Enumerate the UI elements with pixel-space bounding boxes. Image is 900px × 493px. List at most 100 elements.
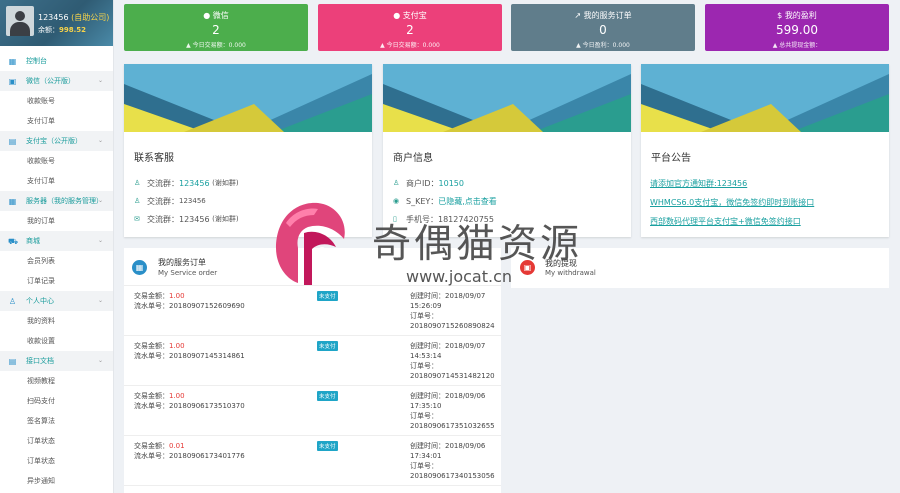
sidebar-item[interactable]: ▦ 服务器（我的服务管理） ⌄ <box>0 191 113 211</box>
order-meta: 创建时间：2018/09/06 17:34:01 订单号： 2018090617340… <box>410 442 495 480</box>
sidebar-item-label: 支付订单 <box>27 177 55 185</box>
app-root: 123456 (自助公司) 余额：998.52 ▦ 控制台 ▣ 微信（公开版） ⌄ 收款账… <box>0 0 900 493</box>
contact-row: ✉ 交流群： 123456 (谢如群) <box>134 214 239 224</box>
stat-subtitle: ▲ 今日交易额：0.000 <box>380 42 440 49</box>
sidebar-item[interactable]: ♙ 个人中心 ⌄ <box>0 291 113 311</box>
sidebar-item-label: 订单状态 <box>27 437 55 445</box>
sidebar-subitem[interactable]: 收款账号 <box>0 151 113 171</box>
status-badge: 未支付 <box>317 291 338 301</box>
sidebar-subitem[interactable]: 收款设置 <box>0 331 113 351</box>
sidebar-item-label: 微信（公开版） <box>26 77 75 85</box>
order-meta: 创建时间：2018/09/07 15:26:09 订单号： 2018090715260… <box>410 292 495 330</box>
sidebar-item-label: 会员列表 <box>27 257 55 265</box>
sidebar-item[interactable]: ▤ 支付宝（公开版） ⌄ <box>0 131 113 151</box>
chevron-down-icon: ⌄ <box>97 197 103 204</box>
user-icon: ♙ <box>393 179 400 187</box>
contact-row: ♙ 交流群： 123456 <box>134 196 206 206</box>
account-tag: (自助公司) <box>71 13 110 22</box>
sidebar-subitem[interactable]: 会员列表 <box>0 251 113 271</box>
stat-value: 2 <box>406 23 414 37</box>
card-banner <box>383 64 631 132</box>
sidebar-subitem[interactable]: 扫码支付 <box>0 391 113 411</box>
menu-icon: ▣ <box>8 76 17 86</box>
alipay-icon: ● <box>393 11 401 20</box>
sidebar-item-label: 接口文档 <box>26 357 54 365</box>
sidebar-item[interactable]: ▣ 微信（公开版） ⌄ <box>0 71 113 91</box>
notice-link[interactable]: 请添加官方通知群:123456 <box>641 174 889 193</box>
sidebar-subitem[interactable]: 我的订单 <box>0 211 113 231</box>
chevron-down-icon: ⌄ <box>97 237 103 244</box>
stat-card-service-orders[interactable]: ↗ 我的服务订单 0 ▲ 今日盈利：0.000 <box>511 4 695 51</box>
sidebar-item-label: 我的资料 <box>27 317 55 325</box>
order-serial: 流水单号：20180906173401776 <box>134 452 245 460</box>
card-title: 平台公告 <box>651 153 691 164</box>
order-meta: 创建时间：2018/09/06 17:35:10 订单号： 2018090617351… <box>410 392 495 430</box>
panel-title: 我的服务订单 <box>158 258 206 267</box>
chevron-down-icon: ⌄ <box>97 137 103 144</box>
sidebar-item-label: 服务器（我的服务管理） <box>26 197 103 205</box>
notice-link[interactable]: WHMCS6.0支付宝，微信免签约即时到账接口 <box>641 193 889 212</box>
sidebar-subitem[interactable]: 视频教程 <box>0 371 113 391</box>
qq-group-link[interactable]: 123456 <box>179 179 210 188</box>
stat-title: $ 我的盈利 <box>777 11 817 20</box>
order-meta: 创建时间：2018/09/07 14:53:14 订单号： 2018090714531… <box>410 342 495 380</box>
sidebar-item-label: 控制台 <box>26 57 47 65</box>
sidebar-subitem[interactable]: 支付订单 <box>0 171 113 191</box>
sidebar-item-label: 收款账号 <box>27 157 55 165</box>
wechat-icon: ● <box>203 11 211 20</box>
notice-link[interactable]: 西部数码代理平台支付宝+微信免签约接口 <box>641 212 889 231</box>
order-serial: 流水单号：20180906173510370 <box>134 402 245 410</box>
sidebar-subitem[interactable]: 异步通知 <box>0 471 113 491</box>
dollar-icon: $ <box>777 11 783 20</box>
order-row[interactable]: 交易金额：1.00 流水单号：20180907152609690 未支付 创建时间：2… <box>124 286 501 336</box>
card-banner <box>641 64 889 132</box>
chevron-down-icon: ⌄ <box>97 357 103 364</box>
sidebar-subitem[interactable]: 订单状态 <box>0 431 113 451</box>
sidebar-item[interactable]: ▤ 接口文档 ⌄ <box>0 351 113 371</box>
merchant-row: ♙ 商户ID： 10150 <box>393 178 464 188</box>
menu-icon: ♙ <box>8 296 17 306</box>
status-badge: 未支付 <box>317 391 338 401</box>
sidebar-item-label: 异步通知 <box>27 477 55 485</box>
merchant-card: 商户信息 ♙ 商户ID： 10150 ◉ S_KEY： 已隐藏,点击查看 ▯ 手机号： 18… <box>383 64 631 237</box>
order-serial: 流水单号：20180907152609690 <box>134 302 245 310</box>
sidebar-subitem[interactable]: 我的资料 <box>0 311 113 331</box>
sidebar-item-label: 扫码支付 <box>27 397 55 405</box>
chevron-down-icon: ⌄ <box>97 297 103 304</box>
sidebar-subitem[interactable]: 订单状态 <box>0 451 113 471</box>
phone-icon: ▯ <box>393 215 397 223</box>
panel-subtitle: My Service order <box>158 269 218 277</box>
stat-card-wechat[interactable]: ● 微信 2 ▲ 今日交易额：0.000 <box>124 4 308 51</box>
service-orders-panel: ▦ 我的服务订单 My Service order 交易金额：1.00 流水单号：… <box>124 248 501 493</box>
sidebar-subitem[interactable]: 收款账号 <box>0 91 113 111</box>
stat-title: ● 支付宝 <box>393 11 427 20</box>
order-row[interactable]: 交易金额：1.00 流水单号：20180906173510370 未支付 创建时间：2… <box>124 386 501 436</box>
trend-icon: ↗ <box>574 11 582 20</box>
menu-icon: ⛟ <box>8 236 19 246</box>
wallet-icon: ▣ <box>520 260 535 275</box>
order-row[interactable]: 交易金额：1.00 流水单号：20180907145314861 未支付 创建时间：2… <box>124 336 501 386</box>
panel-header: ▦ 我的服务订单 My Service order <box>124 248 501 286</box>
balance: 余额：998.52 <box>38 26 87 34</box>
stat-title: ↗ 我的服务订单 <box>574 11 632 20</box>
sidebar-item[interactable]: ⛟ 商城 ⌄ <box>0 231 113 251</box>
avatar[interactable] <box>6 6 34 36</box>
order-amount: 交易金额：0.01 <box>134 442 185 450</box>
contact-row: ♙ 交流群： 123456 (谢如群) <box>134 178 239 188</box>
sidebar-subitem[interactable]: 支付订单 <box>0 111 113 131</box>
sidebar-subitem[interactable]: 签名算法 <box>0 411 113 431</box>
order-amount: 交易金额：1.00 <box>134 342 185 350</box>
stat-title: ● 微信 <box>203 11 229 20</box>
stat-card-profit[interactable]: $ 我的盈利 599.00 ▲ 总共提现金额： <box>705 4 889 51</box>
stat-card-alipay[interactable]: ● 支付宝 2 ▲ 今日交易额：0.000 <box>318 4 502 51</box>
show-key-link[interactable]: 已隐藏,点击查看 <box>438 196 497 207</box>
stat-value: 2 <box>212 23 220 37</box>
sidebar-item[interactable]: ▦ 控制台 <box>0 51 113 71</box>
menu-icon: ▦ <box>8 196 17 206</box>
stat-subtitle: ▲ 今日盈利：0.000 <box>576 42 630 49</box>
sidebar-subitem[interactable]: 订单记录 <box>0 271 113 291</box>
contact-card: 联系客服 ♙ 交流群： 123456 (谢如群) ♙ 交流群： 123456 ✉ 交流群：… <box>124 64 372 237</box>
grid-icon: ▦ <box>132 260 147 275</box>
user-icon: ♙ <box>134 179 141 187</box>
order-row[interactable]: 交易金额：0.01 流水单号：20180906173401776 未支付 创建时间：2… <box>124 436 501 486</box>
